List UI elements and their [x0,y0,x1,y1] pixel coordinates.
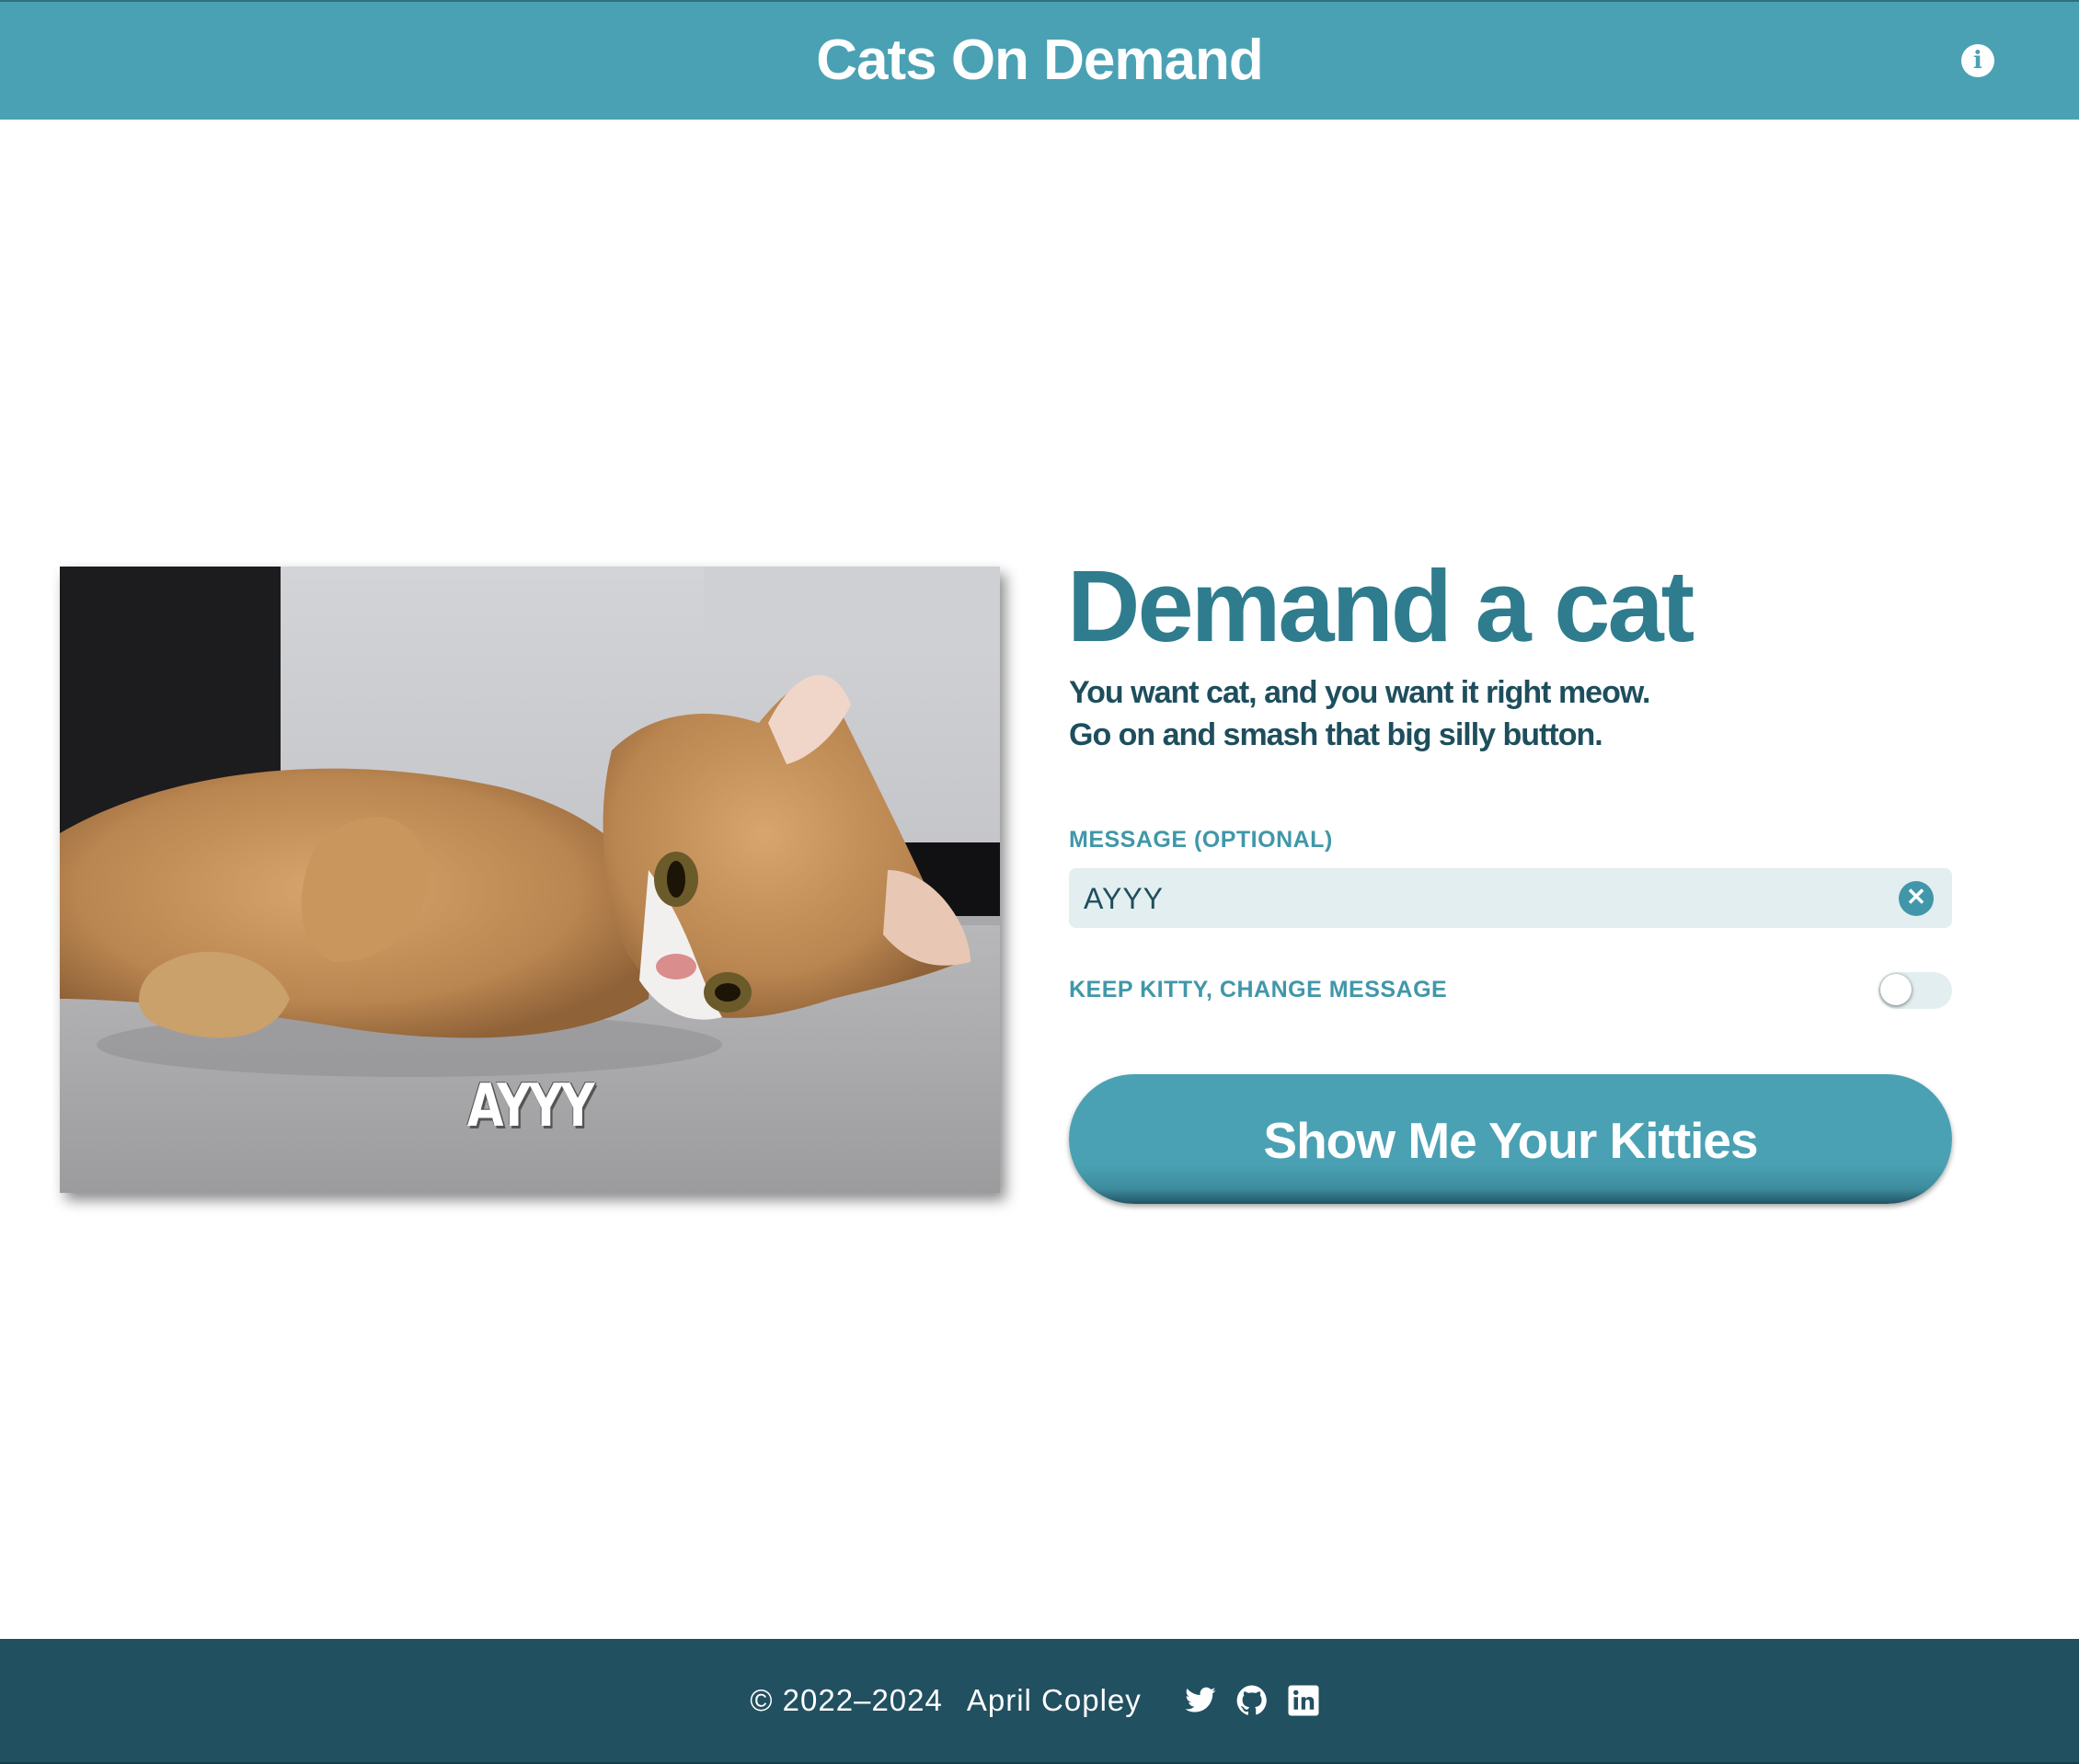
show-kitties-button[interactable]: Show Me Your Kitties [1069,1074,1952,1204]
tagline-line-2: Go on and smash that big silly button. [1069,717,1603,752]
github-icon[interactable] [1235,1684,1269,1717]
clear-glyph: ✕ [1906,883,1926,911]
tagline: You want cat, and you want it right meow… [1069,671,1897,756]
copyright: © 2022–2024 [750,1683,943,1717]
message-label: MESSAGE (OPTIONAL) [1069,827,1333,853]
site-title: Cats On Demand [816,29,1264,92]
site-header: Cats On Demand i [0,2,2079,120]
info-glyph: i [1973,47,1982,74]
site-footer: © 2022–2024 April Copley [0,1639,2079,1764]
twitter-icon[interactable] [1184,1684,1217,1717]
keep-kitty-toggle[interactable] [1878,972,1952,1009]
message-field-wrapper: ✕ [1069,868,1952,928]
show-kitties-button-label: Show Me Your Kitties [1263,1112,1758,1169]
meme-caption: AYYY [466,1072,595,1140]
linkedin-icon[interactable] [1287,1684,1320,1717]
keep-kitty-label: KEEP KITTY, CHANGE MESSAGE [1069,977,1448,1002]
info-icon[interactable]: i [1961,44,1994,77]
cat-image: AYYY [60,567,1000,1193]
close-circle-icon[interactable]: ✕ [1899,881,1934,916]
footer-content: © 2022–2024 April Copley [0,1678,2079,1724]
tagline-line-1: You want cat, and you want it right meow… [1069,675,1650,710]
toggle-knob [1880,974,1912,1005]
page-title: Demand a cat [1067,550,1694,663]
message-input[interactable] [1082,876,1877,922]
author-name: April Copley [966,1683,1142,1717]
